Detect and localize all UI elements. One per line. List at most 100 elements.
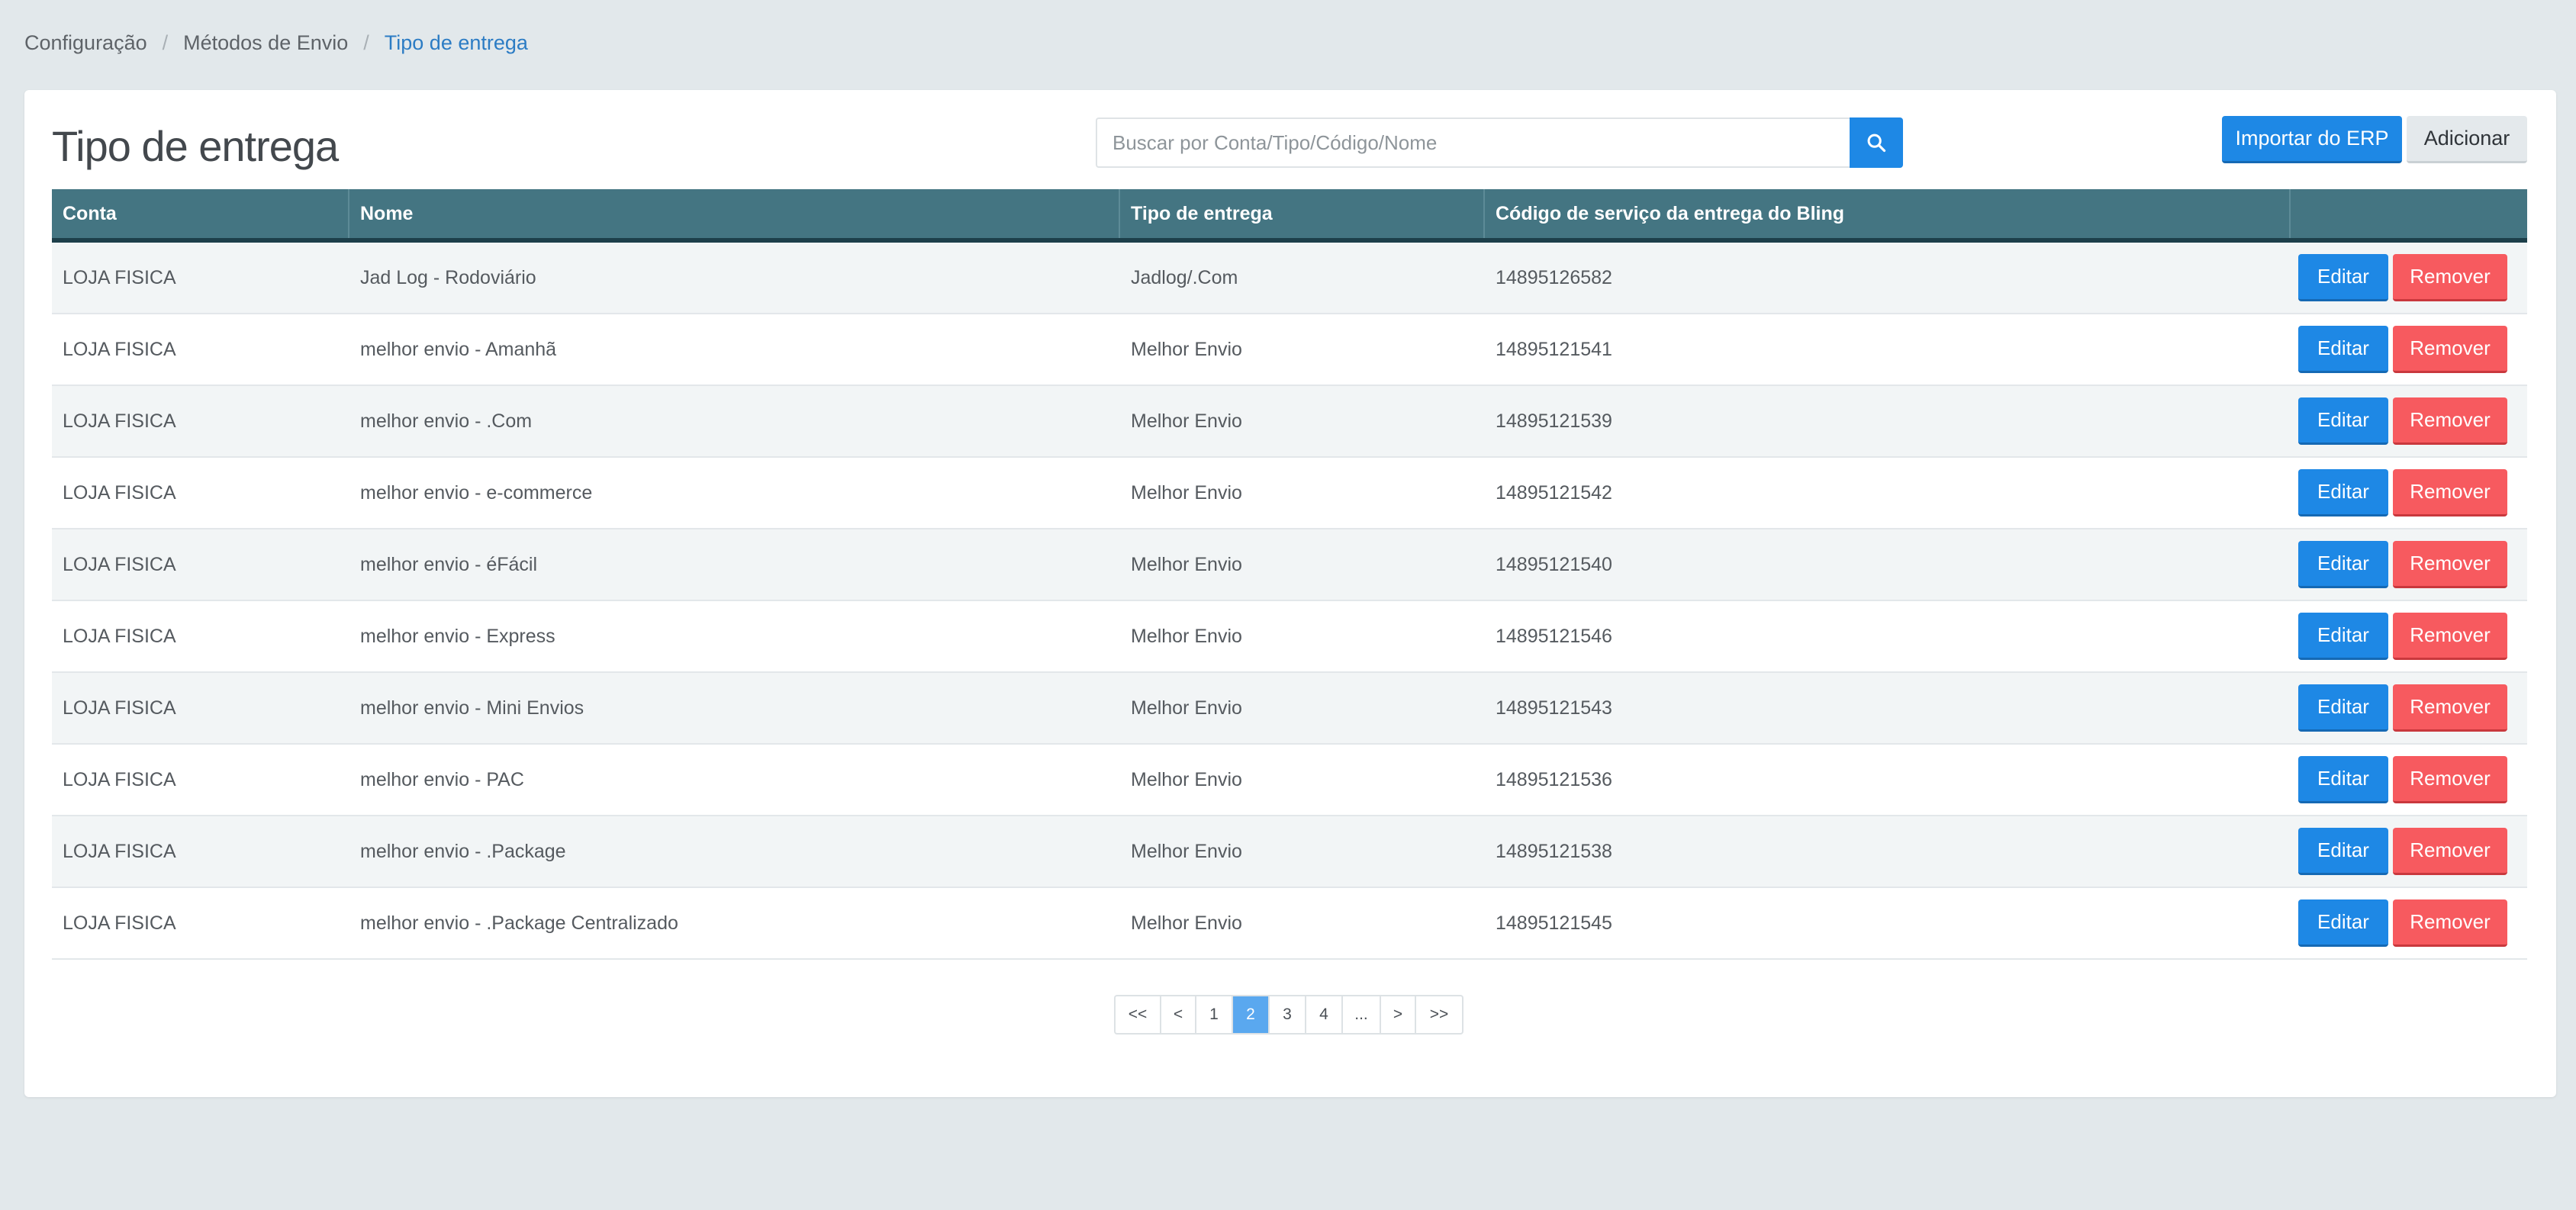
cell-conta: LOJA FISICA [63, 266, 176, 288]
cell-conta: LOJA FISICA [63, 338, 176, 360]
breadcrumb-item-metodos-de-envio[interactable]: Métodos de Envio [183, 31, 348, 55]
table-row: LOJA FISICA melhor envio - e-commerce Melh… [52, 458, 2527, 529]
remove-button[interactable]: Remover [2393, 469, 2507, 517]
cell-conta: LOJA FISICA [63, 768, 176, 790]
breadcrumb-separator: / [363, 31, 369, 54]
cell-codigo: 14895121540 [1496, 553, 1612, 575]
cell-conta: LOJA FISICA [63, 410, 176, 432]
cell-nome: melhor envio - Express [360, 625, 555, 647]
cell-tipo: Melhor Envio [1131, 481, 1242, 504]
breadcrumb-separator: / [162, 31, 169, 54]
cell-nome: melhor envio - .Com [360, 410, 533, 432]
cell-conta: LOJA FISICA [63, 912, 176, 934]
cell-tipo: Melhor Envio [1131, 338, 1242, 360]
cell-actions: Editar Remover [2291, 888, 2527, 958]
remove-button[interactable]: Remover [2393, 541, 2507, 588]
cell-codigo: 14895121538 [1496, 840, 1612, 862]
table-row: LOJA FISICA melhor envio - Express Melhor … [52, 601, 2527, 673]
cell-actions: Editar Remover [2291, 458, 2527, 528]
cell-codigo: 14895121536 [1496, 768, 1612, 790]
pagination-page-2-current[interactable]: 2 [1233, 996, 1270, 1033]
edit-button[interactable]: Editar [2298, 541, 2388, 588]
edit-button[interactable]: Editar [2298, 326, 2388, 373]
search-input[interactable] [1096, 117, 1850, 168]
breadcrumb-item-tipo-de-entrega[interactable]: Tipo de entrega [385, 31, 528, 55]
remove-button[interactable]: Remover [2393, 684, 2507, 732]
cell-actions: Editar Remover [2291, 673, 2527, 743]
cell-nome: Jad Log - Rodoviário [360, 266, 536, 288]
import-from-erp-button[interactable]: Importar do ERP [2222, 116, 2402, 163]
cell-tipo: Melhor Envio [1131, 912, 1242, 934]
cell-conta: LOJA FISICA [63, 840, 176, 862]
cell-conta: LOJA FISICA [63, 697, 176, 719]
pagination-prev-button[interactable]: < [1161, 996, 1196, 1033]
cell-nome: melhor envio - éFácil [360, 553, 538, 575]
cell-actions: Editar Remover [2291, 816, 2527, 887]
table-row: LOJA FISICA melhor envio - Mini Envios Mel… [52, 673, 2527, 745]
edit-button[interactable]: Editar [2298, 899, 2388, 947]
cell-tipo: Jadlog/.Com [1131, 266, 1238, 288]
search-bar [1096, 117, 1903, 168]
table-row: LOJA FISICA melhor envio - .Package Melhor… [52, 816, 2527, 888]
search-button[interactable] [1850, 117, 1903, 168]
pagination-last-button[interactable]: >> [1416, 996, 1462, 1033]
table-row: LOJA FISICA melhor envio - PAC Melhor Envi… [52, 745, 2527, 816]
remove-button[interactable]: Remover [2393, 326, 2507, 373]
cell-nome: melhor envio - e-commerce [360, 481, 593, 504]
page-title: Tipo de entrega [52, 122, 339, 170]
table-row: LOJA FISICA melhor envio - .Com Melhor Env… [52, 386, 2527, 458]
remove-button[interactable]: Remover [2393, 613, 2507, 660]
cell-nome: melhor envio - Amanhã [360, 338, 557, 360]
column-header-actions [2291, 189, 2527, 238]
remove-button[interactable]: Remover [2393, 756, 2507, 803]
remove-button[interactable]: Remover [2393, 899, 2507, 947]
cell-codigo: 14895121545 [1496, 912, 1612, 934]
edit-button[interactable]: Editar [2298, 254, 2388, 301]
edit-button[interactable]: Editar [2298, 828, 2388, 875]
cell-codigo: 14895121539 [1496, 410, 1612, 432]
table-row: LOJA FISICA melhor envio - .Package Centr… [52, 888, 2527, 960]
pagination-page-3[interactable]: 3 [1270, 996, 1306, 1033]
cell-tipo: Melhor Envio [1131, 410, 1242, 432]
breadcrumb-item-configuracao[interactable]: Configuração [24, 31, 147, 55]
delivery-types-table: Conta Nome Tipo de entrega Código de ser… [52, 189, 2527, 960]
cell-tipo: Melhor Envio [1131, 553, 1242, 575]
edit-button[interactable]: Editar [2298, 756, 2388, 803]
cell-actions: Editar Remover [2291, 601, 2527, 671]
edit-button[interactable]: Editar [2298, 469, 2388, 517]
cell-conta: LOJA FISICA [63, 625, 176, 647]
edit-button[interactable]: Editar [2298, 684, 2388, 732]
remove-button[interactable]: Remover [2393, 397, 2507, 445]
column-header-tipo-de-entrega: Tipo de entrega [1120, 189, 1485, 238]
pagination-first-button[interactable]: << [1116, 996, 1161, 1033]
main-card: Tipo de entrega Importar do ERP Adiciona… [24, 90, 2556, 1097]
pagination-page-4[interactable]: 4 [1306, 996, 1343, 1033]
cell-nome: melhor envio - .Package Centralizado [360, 912, 678, 934]
remove-button[interactable]: Remover [2393, 828, 2507, 875]
pagination: << < 1 2 3 4 ... > >> [1114, 995, 1463, 1035]
cell-nome: melhor envio - .Package [360, 840, 566, 862]
cell-tipo: Melhor Envio [1131, 840, 1242, 862]
cell-actions: Editar Remover [2291, 314, 2527, 385]
cell-tipo: Melhor Envio [1131, 768, 1242, 790]
cell-tipo: Melhor Envio [1131, 625, 1242, 647]
add-button[interactable]: Adicionar [2407, 116, 2527, 163]
edit-button[interactable]: Editar [2298, 397, 2388, 445]
edit-button[interactable]: Editar [2298, 613, 2388, 660]
cell-codigo: 14895121546 [1496, 625, 1612, 647]
cell-codigo: 14895121542 [1496, 481, 1612, 504]
column-header-nome: Nome [349, 189, 1120, 238]
cell-codigo: 14895121541 [1496, 338, 1612, 360]
pagination-next-button[interactable]: > [1381, 996, 1416, 1033]
table-row: LOJA FISICA melhor envio - Amanhã Melhor E… [52, 314, 2527, 386]
pagination-ellipsis: ... [1343, 996, 1381, 1033]
pagination-page-1[interactable]: 1 [1196, 996, 1233, 1033]
cell-actions: Editar Remover [2291, 745, 2527, 815]
table-row: LOJA FISICA Jad Log - Rodoviário Jadlog/.C… [52, 243, 2527, 314]
cell-actions: Editar Remover [2291, 386, 2527, 456]
remove-button[interactable]: Remover [2393, 254, 2507, 301]
table-header: Conta Nome Tipo de entrega Código de ser… [52, 189, 2527, 243]
search-icon [1867, 134, 1886, 153]
column-header-conta: Conta [52, 189, 349, 238]
table-row: LOJA FISICA melhor envio - éFácil Melhor E… [52, 529, 2527, 601]
